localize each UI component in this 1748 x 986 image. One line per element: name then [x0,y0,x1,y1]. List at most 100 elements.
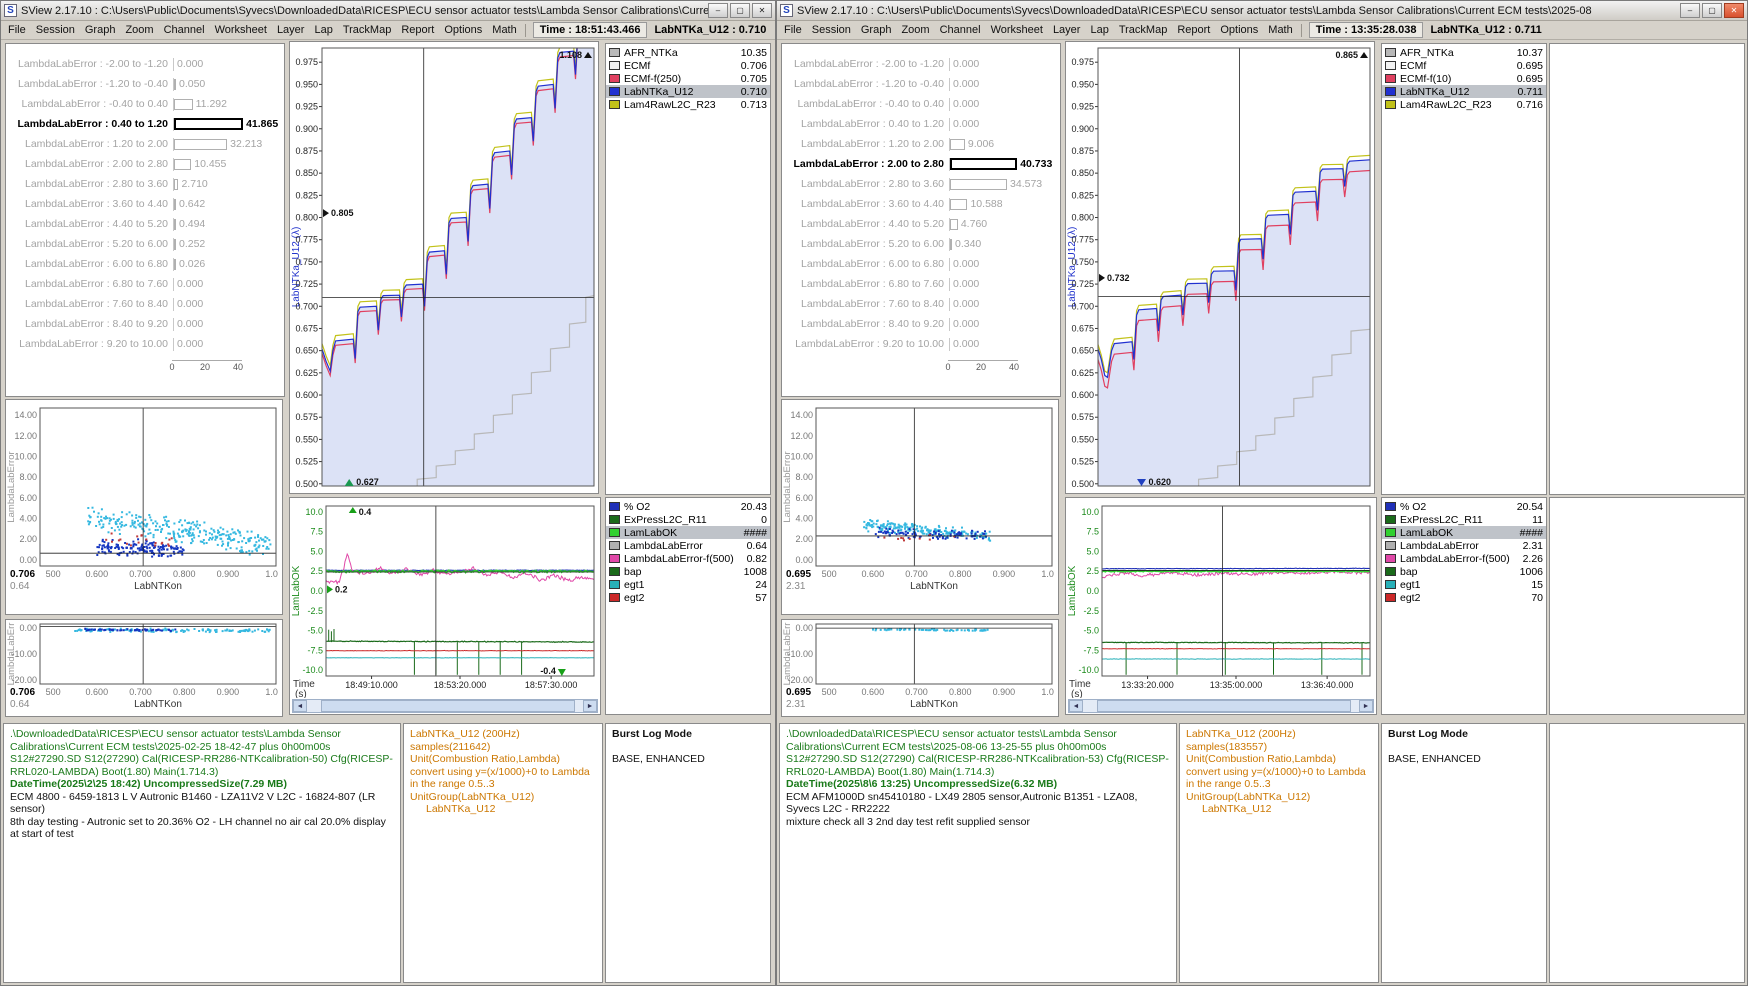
lamlabok-time-chart[interactable]: LamLabOK10.07.55.02.50.0-2.5-5.0-7.5-10.… [1066,498,1376,698]
time-scrollbar[interactable]: ◄► [1068,699,1374,713]
lambda-step-chart[interactable]: LabNTKa_U12 (λ)0.9750.9500.9250.9000.875… [1066,42,1374,493]
lambda-step-chart[interactable]: LabNTKa_U12 (λ)0.9750.9500.9250.9000.875… [290,42,598,493]
legend-row-lamlabok[interactable]: LamLabOK#### [1382,526,1546,539]
histogram-row[interactable]: LambdaLabError : 8.40 to 9.200.000 [6,314,284,334]
legend-row-egt2[interactable]: egt270 [1382,591,1546,604]
legend-row-expressl2c-r11[interactable]: ExPressL2C_R1111 [1382,513,1546,526]
menu-item-lap[interactable]: Lap [309,23,337,37]
histogram-row[interactable]: LambdaLabError : -1.20 to -0.400.000 [782,74,1060,94]
histogram-row[interactable]: LambdaLabError : 3.60 to 4.400.642 [6,194,284,214]
legend-row-lambdalaberror[interactable]: LambdaLabError0.64 [606,539,770,552]
histogram-row[interactable]: LambdaLabError : 7.60 to 8.400.000 [6,294,284,314]
menu-item-options[interactable]: Options [1215,23,1263,37]
menu-item-report[interactable]: Report [1172,23,1215,37]
scroll-left-button[interactable]: ◄ [293,700,307,712]
histogram-row[interactable]: LambdaLabError : 2.80 to 3.6034.573 [782,174,1060,194]
menu-item-lap[interactable]: Lap [1085,23,1113,37]
legend-row-ecmf[interactable]: ECMf0.695 [1382,59,1546,72]
histogram-row[interactable]: LambdaLabError : -0.40 to 0.400.000 [782,94,1060,114]
histogram-row[interactable]: LambdaLabError : 6.00 to 6.800.000 [782,254,1060,274]
menu-item-zoom[interactable]: Zoom [896,23,934,37]
scrollbar-track[interactable] [307,700,583,712]
menu-item-layer[interactable]: Layer [272,23,310,37]
legend-row-labntka-u12[interactable]: LabNTKa_U120.710 [606,85,770,98]
menu-item-file[interactable]: File [3,23,31,37]
histogram-row[interactable]: LambdaLabError : 4.40 to 5.200.494 [6,214,284,234]
time-scrollbar[interactable]: ◄► [292,699,598,713]
histogram-row[interactable]: LambdaLabError : 5.20 to 6.000.252 [6,234,284,254]
menu-item-report[interactable]: Report [396,23,439,37]
lambda-error-scatter-panel-chart[interactable]: LambdaLabError14.0012.0010.008.006.004.0… [6,400,282,614]
menu-item-layer[interactable]: Layer [1048,23,1086,37]
menu-item-worksheet[interactable]: Worksheet [986,23,1048,37]
menu-item-file[interactable]: File [779,23,807,37]
menu-item-session[interactable]: Session [807,23,856,37]
histogram-row[interactable]: LambdaLabError : -2.00 to -1.200.000 [6,54,284,74]
scrollbar-track[interactable] [1083,700,1359,712]
menu-item-worksheet[interactable]: Worksheet [210,23,272,37]
histogram-row[interactable]: LambdaLabError : 7.60 to 8.400.000 [782,294,1060,314]
menu-item-options[interactable]: Options [439,23,487,37]
legend-row-egt2[interactable]: egt257 [606,591,770,604]
histogram-row[interactable]: LambdaLabError : -2.00 to -1.200.000 [782,54,1060,74]
legend-row-egt1[interactable]: egt115 [1382,578,1546,591]
lamlabok-time-chart[interactable]: LamLabOK10.07.55.02.50.0-2.5-5.0-7.5-10.… [290,498,600,698]
histogram-row[interactable]: LambdaLabError : 0.40 to 1.200.000 [782,114,1060,134]
legend-row-lam4rawl2c-r23[interactable]: Lam4RawL2C_R230.713 [606,98,770,111]
menu-item-session[interactable]: Session [31,23,80,37]
menu-item-trackmap[interactable]: TrackMap [1114,23,1173,37]
title-bar[interactable]: SSView 2.17.10 : C:\Users\Public\Documen… [777,1,1747,21]
menu-item-zoom[interactable]: Zoom [120,23,158,37]
lambda-error-zoom-panel-chart[interactable]: LambdaLabErr0.00-10.00-20.005000.6000.70… [6,620,282,716]
menu-item-graph[interactable]: Graph [856,23,897,37]
lambda-error-zoom-panel-chart[interactable]: LambdaLabErr0.00-10.00-20.005000.6000.70… [782,620,1058,716]
minimize-button[interactable]: – [708,3,728,18]
legend-row-afr-ntka[interactable]: AFR_NTKa10.37 [1382,46,1546,59]
scrollbar-thumb[interactable] [1097,700,1351,712]
legend-row-lamlabok[interactable]: LamLabOK#### [606,526,770,539]
close-button[interactable]: ✕ [1724,3,1744,18]
menu-item-trackmap[interactable]: TrackMap [338,23,397,37]
legend-row-egt1[interactable]: egt124 [606,578,770,591]
histogram-row[interactable]: LambdaLabError : 0.40 to 1.2041.865 [6,114,284,134]
histogram-row[interactable]: LambdaLabError : 6.80 to 7.600.000 [6,274,284,294]
legend-row-bap[interactable]: bap1008 [606,565,770,578]
histogram-row[interactable]: LambdaLabError : 9.20 to 10.000.000 [782,334,1060,354]
histogram-row[interactable]: LambdaLabError : 2.00 to 2.8040.733 [782,154,1060,174]
menu-item-channel[interactable]: Channel [935,23,986,37]
histogram-row[interactable]: LambdaLabError : -0.40 to 0.4011.292 [6,94,284,114]
histogram-row[interactable]: LambdaLabError : 2.00 to 2.8010.455 [6,154,284,174]
legend-row-bap[interactable]: bap1006 [1382,565,1546,578]
histogram-row[interactable]: LambdaLabError : 6.00 to 6.800.026 [6,254,284,274]
histogram-row[interactable]: LambdaLabError : 5.20 to 6.000.340 [782,234,1060,254]
histogram-row[interactable]: LambdaLabError : 9.20 to 10.000.000 [6,334,284,354]
legend-row-lambdalaberror-f-500[interactable]: LambdaLabError-f(500)2.26 [1382,552,1546,565]
legend-row-o2[interactable]: % O220.54 [1382,500,1546,513]
histogram-row[interactable]: LambdaLabError : 8.40 to 9.200.000 [782,314,1060,334]
legend-row-ecmf[interactable]: ECMf0.706 [606,59,770,72]
close-button[interactable]: ✕ [752,3,772,18]
title-bar[interactable]: SSView 2.17.10 : C:\Users\Public\Documen… [1,1,775,21]
menu-item-math[interactable]: Math [487,23,521,37]
legend-row-lambdalaberror[interactable]: LambdaLabError2.31 [1382,539,1546,552]
histogram-row[interactable]: LambdaLabError : 4.40 to 5.204.760 [782,214,1060,234]
scroll-left-button[interactable]: ◄ [1069,700,1083,712]
histogram-row[interactable]: LambdaLabError : -1.20 to -0.400.050 [6,74,284,94]
scroll-right-button[interactable]: ► [1359,700,1373,712]
legend-row-lambdalaberror-f-500[interactable]: LambdaLabError-f(500)0.82 [606,552,770,565]
maximize-button[interactable]: ▢ [730,3,750,18]
minimize-button[interactable]: – [1680,3,1700,18]
histogram-row[interactable]: LambdaLabError : 6.80 to 7.600.000 [782,274,1060,294]
menu-item-channel[interactable]: Channel [159,23,210,37]
histogram-row[interactable]: LambdaLabError : 1.20 to 2.009.006 [782,134,1060,154]
scroll-right-button[interactable]: ► [583,700,597,712]
histogram-row[interactable]: LambdaLabError : 1.20 to 2.0032.213 [6,134,284,154]
legend-row-o2[interactable]: % O220.43 [606,500,770,513]
legend-row-afr-ntka[interactable]: AFR_NTKa10.35 [606,46,770,59]
maximize-button[interactable]: ▢ [1702,3,1722,18]
lambda-error-scatter-panel-chart[interactable]: LambdaLabError14.0012.0010.008.006.004.0… [782,400,1058,614]
legend-row-labntka-u12[interactable]: LabNTKa_U120.711 [1382,85,1546,98]
legend-row-expressl2c-r11[interactable]: ExPressL2C_R110 [606,513,770,526]
menu-item-graph[interactable]: Graph [80,23,121,37]
legend-row-ecmf-f-250[interactable]: ECMf-f(250)0.705 [606,72,770,85]
